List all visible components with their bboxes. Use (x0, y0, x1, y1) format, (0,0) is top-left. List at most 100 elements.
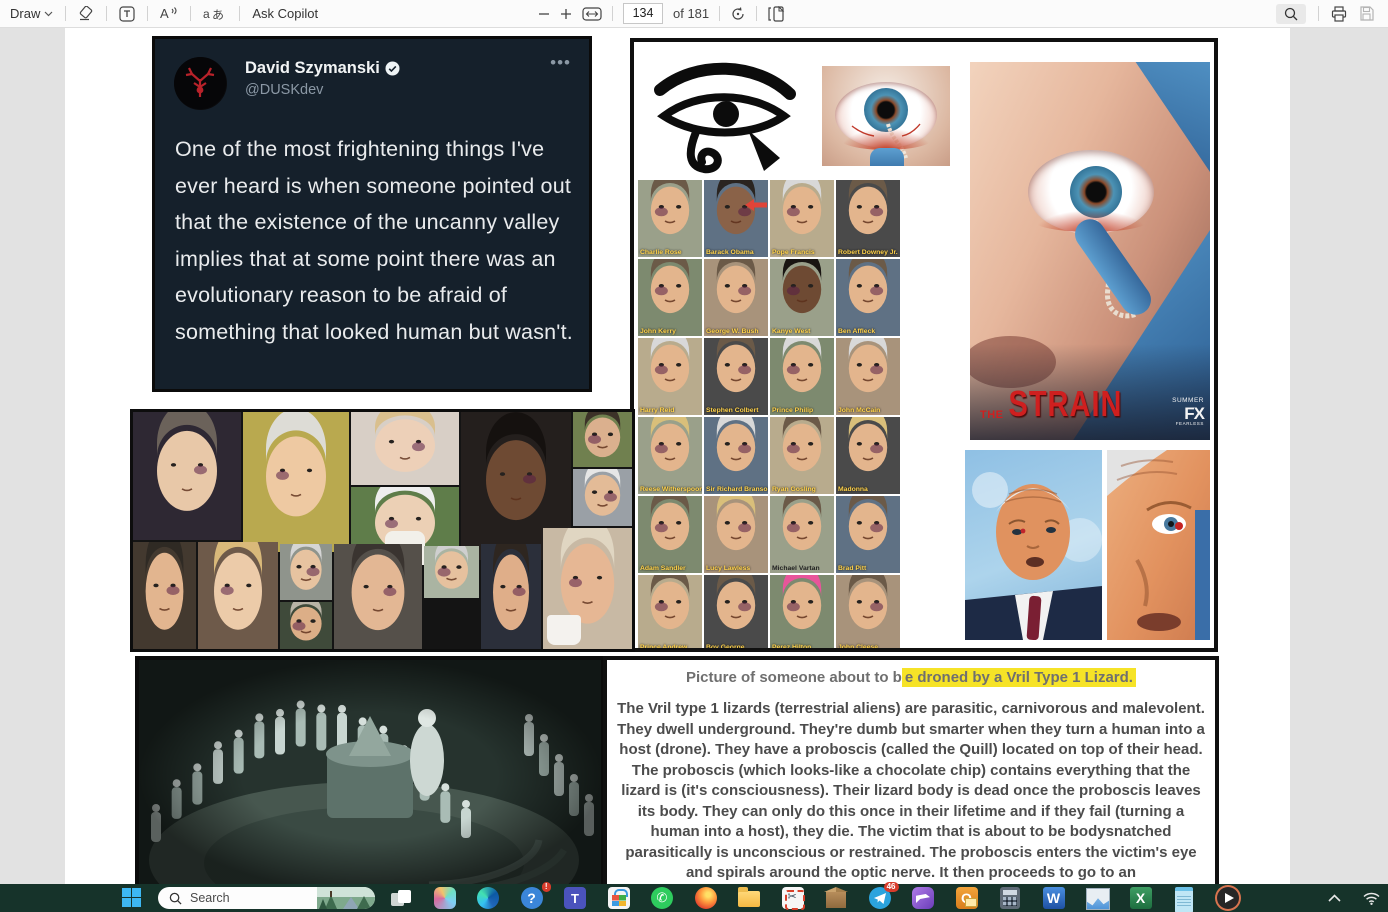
zoom-out-button[interactable] (538, 8, 550, 20)
screen: Draw A aあ Ask Copilot (0, 0, 1388, 912)
ask-copilot-button[interactable]: Ask Copilot (252, 6, 318, 21)
print-button[interactable] (1331, 6, 1347, 22)
fx-logo: FX (1172, 405, 1204, 422)
taskbar: Search ?! T ✆ 46 O W X (0, 884, 1388, 912)
rotate-button[interactable] (730, 6, 746, 22)
telegram-button[interactable]: 46 (868, 886, 892, 910)
file-explorer-button[interactable] (737, 886, 761, 910)
get-help-button[interactable]: ?! (520, 886, 544, 910)
biden-photo (965, 450, 1102, 640)
word-button[interactable]: W (1042, 886, 1066, 910)
vril-title-highlighted: e droned by a Vril Type 1 Lizard. (902, 668, 1136, 687)
snipping-tool-button[interactable] (781, 886, 805, 910)
media-player-button[interactable] (1216, 886, 1240, 910)
celebrity-cell: Pope Francis (770, 180, 834, 257)
copilot-button[interactable] (433, 886, 457, 910)
separator (756, 6, 757, 21)
edge-button[interactable] (476, 886, 500, 910)
montage-face-tile (280, 544, 332, 600)
celebrity-name-label: Brad Pitt (838, 565, 866, 572)
svg-text:a: a (203, 7, 210, 21)
taskbar-search[interactable]: Search (158, 887, 375, 909)
plus-icon (560, 8, 572, 20)
calculator-button[interactable] (998, 886, 1022, 910)
separator (106, 6, 107, 21)
montage-face-tile (573, 469, 632, 526)
read-aloud-icon: A (160, 6, 178, 21)
celebrity-cell: John Kerry (638, 259, 702, 336)
notepad-button[interactable] (1172, 886, 1196, 910)
page-view-button[interactable] (767, 6, 785, 22)
celebrity-name-label: Prince Andrew (640, 644, 687, 651)
translate-button[interactable]: aあ (203, 6, 227, 21)
celebrity-cell: Robert Downey Jr. (836, 180, 900, 257)
find-in-document-button[interactable] (1276, 4, 1306, 24)
save-button[interactable] (1359, 6, 1374, 21)
microsoft-store-button[interactable] (607, 886, 631, 910)
clipchamp-button[interactable] (911, 886, 935, 910)
montage-face-tile (424, 546, 479, 598)
celebrity-name-label: John McCain (838, 407, 880, 414)
separator (719, 6, 720, 21)
tweet-menu-dots: ••• (550, 53, 571, 73)
celebrity-cell: Boy George (704, 575, 768, 652)
celebrity-cell: Adam Sandler (638, 496, 702, 573)
read-aloud-button[interactable]: A (160, 6, 178, 21)
firefox-button[interactable] (694, 886, 718, 910)
tweet-author-handle: @DUSKdev (245, 82, 323, 98)
zoom-in-button[interactable] (560, 8, 572, 20)
celebrity-name-label: Boy George (706, 644, 745, 651)
separator (1318, 6, 1319, 21)
celebrity-name-label: Sir Richard Branson (706, 486, 768, 493)
celebrity-name-label: Adam Sandler (640, 565, 686, 572)
separator (147, 6, 148, 21)
fit-to-width-button[interactable] (582, 7, 602, 21)
ritual-illustration (139, 660, 601, 884)
pdf-page: David Szymanski @DUSKdev ••• One of the … (65, 28, 1290, 884)
svg-text:A: A (160, 6, 169, 21)
search-daily-image (317, 887, 375, 909)
outlook-button[interactable]: O (955, 886, 979, 910)
vril-title-plain: Picture of someone about to b (686, 669, 902, 686)
celebrity-name-label: Lucy Lawless (706, 565, 750, 572)
dusk-antler-logo-icon (174, 57, 227, 110)
eye-red-lid (840, 128, 932, 150)
celebrity-name-label: Charlie Rose (640, 249, 682, 256)
tray-chevron-up-icon[interactable] (1328, 894, 1341, 902)
celebrity-cell: Prince Andrew (638, 575, 702, 652)
celebrity-cell: Lucy Lawless (704, 496, 768, 573)
separator (65, 6, 66, 21)
blue-glove-tip (870, 148, 904, 166)
whatsapp-button[interactable]: ✆ (650, 886, 674, 910)
page-number-input[interactable]: 134 (623, 3, 663, 24)
biden-closeup-illustration (1107, 450, 1210, 640)
montage-face-tile (198, 542, 278, 649)
wifi-icon[interactable] (1363, 892, 1380, 905)
draw-button[interactable]: Draw (10, 6, 53, 21)
search-placeholder: Search (190, 891, 317, 905)
task-manager-button[interactable] (1085, 886, 1109, 910)
eraser-button[interactable] (78, 6, 94, 21)
celebrity-cell: Harry Reid (638, 338, 702, 415)
celebrity-montage-image (130, 409, 635, 652)
montage-face-tile (351, 412, 459, 485)
task-view-button[interactable] (389, 886, 413, 910)
teams-button[interactable]: T (563, 886, 587, 910)
eye-of-horus-icon (648, 54, 800, 178)
celebrity-cell: Charlie Rose (638, 180, 702, 257)
archive-box-button[interactable] (824, 886, 848, 910)
celebrity-cell: Prince Philip (770, 338, 834, 415)
separator (612, 6, 613, 21)
pdf-content-area[interactable]: David Szymanski @DUSKdev ••• One of the … (0, 28, 1388, 884)
celebrity-name-label: George W. Bush (706, 328, 759, 335)
celebrity-name-label: John Cleese (838, 644, 878, 651)
excel-button[interactable]: X (1129, 886, 1153, 910)
add-text-button[interactable] (119, 6, 135, 22)
translate-icon: aあ (203, 6, 227, 21)
telegram-unread-badge: 46 (884, 882, 899, 892)
start-button[interactable] (122, 888, 141, 907)
draw-label: Draw (10, 6, 40, 21)
celebrity-cell: Perez Hilton (770, 575, 834, 652)
vril-text-image: Picture of someone about to be droned by… (603, 656, 1219, 884)
celebrity-cell: John McCain (836, 338, 900, 415)
